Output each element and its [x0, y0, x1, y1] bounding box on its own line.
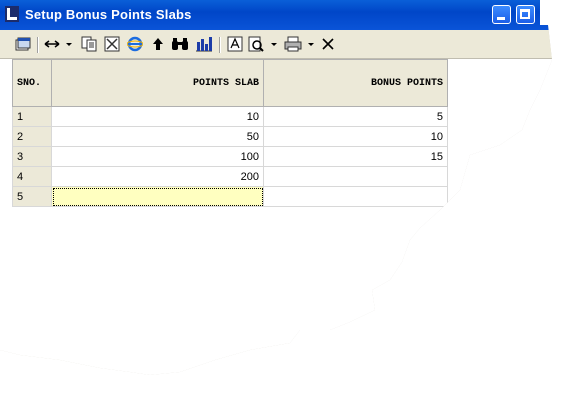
grid-header-row: SNO. POINTS SLAB BONUS POINTS — [12, 59, 448, 107]
font-icon[interactable] — [226, 35, 244, 53]
bonus-points-cell[interactable]: 10 — [263, 126, 448, 147]
copy-icon[interactable] — [80, 35, 98, 53]
row-number[interactable]: 3 — [12, 146, 52, 167]
internet-explorer-icon[interactable] — [126, 35, 144, 53]
row-number[interactable]: 1 — [12, 106, 52, 127]
spreadsheet-icon[interactable] — [103, 35, 121, 53]
minimize-icon — [497, 17, 505, 20]
points-slab-cell[interactable]: 200 — [51, 166, 264, 187]
points-slab-cell[interactable]: 10 — [51, 106, 264, 127]
table-row: 5 — [12, 186, 448, 207]
grid-area: SNO. POINTS SLAB BONUS POINTS 1 10 5 2 5… — [0, 59, 552, 375]
bonus-points-cell[interactable]: 15 — [263, 146, 448, 167]
table-row: 3 100 15 — [12, 146, 448, 167]
data-grid: SNO. POINTS SLAB BONUS POINTS 1 10 5 2 5… — [12, 59, 448, 207]
table-row: 4 200 — [12, 166, 448, 187]
app-icon — [4, 5, 20, 23]
bonus-points-cell[interactable] — [263, 186, 448, 207]
points-slab-cell[interactable]: 50 — [51, 126, 264, 147]
toolbar — [0, 30, 552, 59]
bar-chart-icon[interactable] — [195, 35, 213, 53]
window-title: Setup Bonus Points Slabs — [25, 7, 192, 22]
toolbar-separator — [219, 37, 221, 53]
bonus-points-cell[interactable]: 5 — [263, 106, 448, 127]
column-header-points-slab[interactable]: POINTS SLAB — [51, 59, 264, 107]
maximize-button[interactable] — [516, 5, 535, 24]
table-row: 1 10 5 — [12, 106, 448, 127]
table-row: 2 50 10 — [12, 126, 448, 147]
app-window: Setup Bonus Points Slabs SNO. POINTS SLA… — [0, 0, 552, 375]
title-bar[interactable]: Setup Bonus Points Slabs — [0, 0, 552, 30]
close-x-icon[interactable] — [320, 35, 336, 53]
row-number[interactable]: 4 — [12, 166, 52, 187]
column-header-sno[interactable]: SNO. — [12, 59, 52, 107]
row-number[interactable]: 2 — [12, 126, 52, 147]
binoculars-icon[interactable] — [171, 35, 189, 53]
minimize-button[interactable] — [492, 5, 511, 24]
row-number[interactable]: 5 — [12, 186, 52, 207]
bonus-points-cell[interactable] — [263, 166, 448, 187]
toolbar-separator — [37, 37, 39, 53]
column-header-bonus-points[interactable]: BONUS POINTS — [263, 59, 448, 107]
print-preview-icon[interactable] — [248, 35, 278, 53]
up-arrow-icon[interactable] — [150, 35, 166, 53]
window-icon[interactable] — [14, 35, 32, 53]
points-slab-cell[interactable]: 100 — [51, 146, 264, 167]
active-edit-cell[interactable] — [51, 186, 264, 207]
column-width-icon[interactable] — [44, 35, 74, 53]
maximize-icon — [520, 9, 530, 19]
printer-icon[interactable] — [284, 35, 316, 53]
